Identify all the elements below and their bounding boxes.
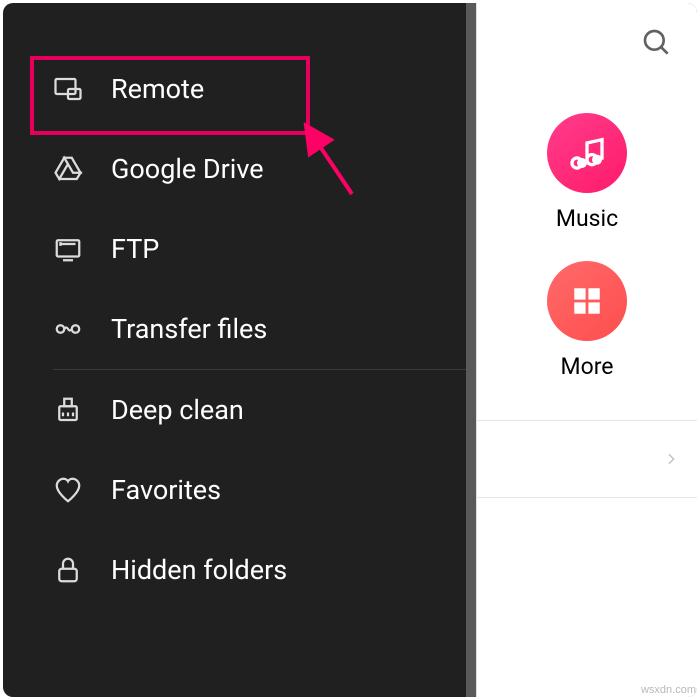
sidebar-item-label: Google Drive bbox=[111, 153, 264, 185]
remote-icon bbox=[53, 74, 83, 104]
sidebar-item-label: Hidden folders bbox=[111, 554, 287, 586]
search-button[interactable] bbox=[641, 27, 673, 59]
grid-icon bbox=[547, 261, 627, 341]
main-content: Music More bbox=[476, 3, 697, 697]
tile-label: More bbox=[561, 353, 614, 380]
sidebar-item-label: FTP bbox=[111, 233, 159, 265]
sidebar-item-hidden-folders[interactable]: Hidden folders bbox=[3, 530, 466, 610]
heart-icon bbox=[53, 475, 83, 505]
sidebar-item-remote[interactable]: Remote bbox=[3, 49, 466, 129]
sidebar-item-ftp[interactable]: FTP bbox=[3, 209, 466, 289]
chevron-right-icon bbox=[663, 451, 679, 467]
main-content-dimmed: Music More bbox=[466, 3, 697, 697]
sidebar-item-transfer-files[interactable]: Transfer files bbox=[3, 289, 466, 369]
list-row[interactable] bbox=[477, 420, 697, 498]
ftp-icon bbox=[53, 234, 83, 264]
tile-music[interactable]: Music bbox=[547, 113, 627, 232]
clean-icon bbox=[53, 395, 83, 425]
sidebar-item-google-drive[interactable]: Google Drive bbox=[3, 129, 466, 209]
sidebar-item-deep-clean[interactable]: Deep clean bbox=[3, 370, 466, 450]
sidebar-item-label: Remote bbox=[111, 73, 204, 105]
music-icon bbox=[547, 113, 627, 193]
sidebar-item-label: Favorites bbox=[111, 474, 221, 506]
gdrive-icon bbox=[53, 154, 83, 184]
tile-label: Music bbox=[556, 205, 618, 232]
watermark: wsxdn.com bbox=[641, 684, 696, 696]
lock-icon bbox=[53, 555, 83, 585]
sidebar-item-label: Transfer files bbox=[111, 313, 267, 345]
search-icon bbox=[641, 44, 673, 63]
transfer-icon bbox=[53, 314, 83, 344]
navigation-drawer: Remote Google Drive FTP Transfer files bbox=[3, 3, 466, 697]
sidebar-item-favorites[interactable]: Favorites bbox=[3, 450, 466, 530]
app-screen: Remote Google Drive FTP Transfer files bbox=[3, 3, 697, 697]
sidebar-item-label: Deep clean bbox=[111, 394, 244, 426]
tile-more[interactable]: More bbox=[547, 261, 627, 380]
